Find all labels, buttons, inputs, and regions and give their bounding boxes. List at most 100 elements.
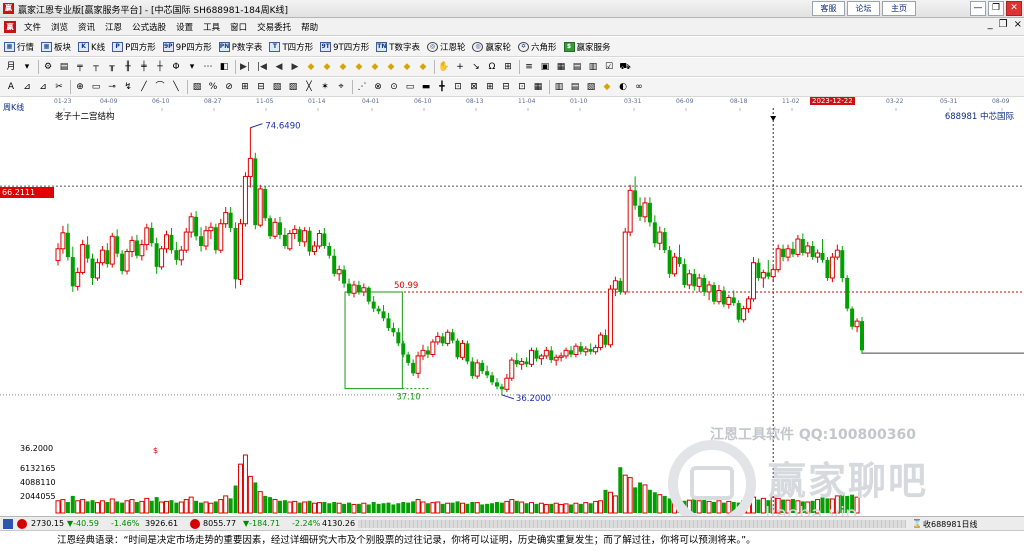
toolbar2-tool-4-icon[interactable]: ╤ bbox=[74, 61, 86, 73]
toolbar2-tool-16-icon[interactable]: ◀ bbox=[273, 61, 285, 73]
toolbar2-tool-7-icon[interactable]: ╫ bbox=[122, 61, 134, 73]
toolbar2-tool-0-icon[interactable]: 月 bbox=[5, 61, 17, 73]
toolbar2-tool-2-icon[interactable]: ⚙ bbox=[42, 61, 54, 73]
toolbar3-tool-0-icon[interactable]: A bbox=[5, 81, 17, 93]
toolbar-item-12[interactable]: $ 赢家服务 bbox=[563, 41, 611, 53]
toolbar3-tool-34-icon[interactable]: ▤ bbox=[569, 81, 581, 93]
menu-news[interactable]: 资讯 bbox=[73, 21, 100, 33]
toolbar2-tool-10-icon[interactable]: Φ bbox=[170, 61, 182, 73]
toolbar2-tool-34-icon[interactable]: ▤ bbox=[571, 61, 583, 73]
mdi-minimize-button[interactable]: _ bbox=[988, 19, 993, 30]
toolbar2-tool-11-icon[interactable]: ▾ bbox=[186, 61, 198, 73]
toolbar2-tool-36-icon[interactable]: ☑ bbox=[603, 61, 615, 73]
toolbar3-tool-22-icon[interactable]: ⊗ bbox=[372, 81, 384, 93]
toolbar2-tool-15-icon[interactable]: |◀ bbox=[256, 61, 268, 73]
toolbar2-tool-19-icon[interactable]: ◆ bbox=[321, 61, 333, 73]
toolbar3-tool-37-icon[interactable]: ◐ bbox=[617, 81, 629, 93]
toolbar2-tool-3-icon[interactable]: ▤ bbox=[58, 61, 70, 73]
toolbar3-tool-31-icon[interactable]: ⊡ bbox=[516, 81, 528, 93]
customer-service-link[interactable]: 客服 bbox=[812, 1, 845, 16]
toolbar3-tool-8-icon[interactable]: ╱ bbox=[138, 81, 150, 93]
toolbar2-tool-33-icon[interactable]: ▦ bbox=[555, 61, 567, 73]
homepage-link[interactable]: 主页 bbox=[882, 1, 916, 16]
toolbar3-tool-13-icon[interactable]: ⊘ bbox=[223, 81, 235, 93]
toolbar2-tool-32-icon[interactable]: ▣ bbox=[539, 61, 551, 73]
toolbar3-tool-24-icon[interactable]: ▭ bbox=[404, 81, 416, 93]
toolbar2-tool-23-icon[interactable]: ◆ bbox=[385, 61, 397, 73]
toolbar3-tool-18-icon[interactable]: ╳ bbox=[303, 81, 315, 93]
menu-tools[interactable]: 工具 bbox=[198, 21, 225, 33]
toolbar3-tool-30-icon[interactable]: ⊟ bbox=[500, 81, 512, 93]
menu-trade[interactable]: 交易委托 bbox=[252, 21, 296, 33]
forum-link[interactable]: 论坛 bbox=[847, 1, 880, 16]
toolbar2-tool-25-icon[interactable]: ◆ bbox=[417, 61, 429, 73]
toolbar-item-0[interactable]: ▦ 行情 bbox=[4, 41, 34, 53]
toolbar2-tool-30-icon[interactable]: ⊞ bbox=[502, 61, 514, 73]
menu-window[interactable]: 窗口 bbox=[225, 21, 252, 33]
toolbar-item-8[interactable]: TN T数字表 bbox=[376, 41, 420, 53]
toolbar3-tool-23-icon[interactable]: ⊙ bbox=[388, 81, 400, 93]
toolbar3-tool-12-icon[interactable]: % bbox=[207, 81, 219, 93]
toolbar-item-1[interactable]: ▦ 板块 bbox=[41, 41, 71, 53]
toolbar2-tool-8-icon[interactable]: ╪ bbox=[138, 61, 150, 73]
toolbar-item-10[interactable]: ◎ 赢家轮 bbox=[472, 41, 511, 53]
toolbar2-tool-35-icon[interactable]: ▥ bbox=[587, 61, 599, 73]
toolbar3-tool-28-icon[interactable]: ⊠ bbox=[468, 81, 480, 93]
toolbar3-tool-14-icon[interactable]: ⊞ bbox=[239, 81, 251, 93]
toolbar-item-5[interactable]: PN P数字表 bbox=[218, 41, 262, 53]
toolbar2-tool-29-icon[interactable]: Ω bbox=[486, 61, 498, 73]
toolbar2-tool-1-icon[interactable]: ▾ bbox=[21, 61, 33, 73]
toolbar3-tool-20-icon[interactable]: ⌖ bbox=[335, 81, 347, 93]
menu-browse[interactable]: 浏览 bbox=[46, 21, 73, 33]
maximize-button[interactable]: ❐ bbox=[988, 1, 1004, 16]
toolbar3-tool-4-icon[interactable]: ⊕ bbox=[74, 81, 86, 93]
menu-file[interactable]: 文件 bbox=[19, 21, 46, 33]
toolbar3-tool-38-icon[interactable]: ∞ bbox=[633, 81, 645, 93]
toolbar2-tool-17-icon[interactable]: ▶ bbox=[289, 61, 301, 73]
toolbar2-tool-28-icon[interactable]: ↘ bbox=[470, 61, 482, 73]
mdi-close-button[interactable]: × bbox=[1014, 19, 1022, 30]
toolbar3-tool-10-icon[interactable]: ╲ bbox=[170, 81, 182, 93]
toolbar3-tool-25-icon[interactable]: ▬ bbox=[420, 81, 432, 93]
toolbar2-tool-9-icon[interactable]: ┼ bbox=[154, 61, 166, 73]
mdi-restore-button[interactable]: ❐ bbox=[999, 19, 1008, 30]
toolbar3-tool-33-icon[interactable]: ▥ bbox=[553, 81, 565, 93]
toolbar2-tool-21-icon[interactable]: ◆ bbox=[353, 61, 365, 73]
toolbar-item-6[interactable]: T T四方形 bbox=[269, 41, 313, 53]
toolbar3-tool-9-icon[interactable]: ⌒ bbox=[154, 81, 166, 93]
toolbar3-tool-36-icon[interactable]: ◆ bbox=[601, 81, 613, 93]
toolbar2-tool-13-icon[interactable]: ◧ bbox=[218, 61, 230, 73]
toolbar3-tool-29-icon[interactable]: ⊞ bbox=[484, 81, 496, 93]
toolbar3-tool-26-icon[interactable]: ╋ bbox=[436, 81, 448, 93]
toolbar3-tool-17-icon[interactable]: ▨ bbox=[287, 81, 299, 93]
close-button[interactable]: ✕ bbox=[1006, 1, 1022, 16]
toolbar-item-3[interactable]: P P四方形 bbox=[112, 41, 156, 53]
toolbar2-tool-18-icon[interactable]: ◆ bbox=[305, 61, 317, 73]
toolbar-item-2[interactable]: K K线 bbox=[78, 41, 105, 53]
toolbar-item-9[interactable]: ◎ 江恩轮 bbox=[426, 41, 465, 53]
grid-icon[interactable] bbox=[3, 519, 13, 529]
toolbar2-tool-37-icon[interactable]: ⛟ bbox=[619, 61, 631, 73]
toolbar-item-4[interactable]: 9P 9P四方形 bbox=[162, 41, 212, 53]
toolbar3-tool-7-icon[interactable]: ↯ bbox=[122, 81, 134, 93]
toolbar2-tool-20-icon[interactable]: ◆ bbox=[337, 61, 349, 73]
minimize-button[interactable]: — bbox=[970, 1, 986, 16]
menu-gann[interactable]: 江恩 bbox=[100, 21, 127, 33]
menu-settings[interactable]: 设置 bbox=[171, 21, 198, 33]
toolbar-item-7[interactable]: 9T 9T四方形 bbox=[320, 41, 369, 53]
toolbar2-tool-24-icon[interactable]: ◆ bbox=[401, 61, 413, 73]
toolbar2-tool-6-icon[interactable]: ╥ bbox=[106, 61, 118, 73]
toolbar3-tool-2-icon[interactable]: ⊿ bbox=[37, 81, 49, 93]
toolbar3-tool-11-icon[interactable]: ▧ bbox=[191, 81, 203, 93]
toolbar3-tool-35-icon[interactable]: ▧ bbox=[585, 81, 597, 93]
toolbar3-tool-6-icon[interactable]: ⊸ bbox=[106, 81, 118, 93]
toolbar-item-11[interactable]: ✡ 六角形 bbox=[517, 41, 557, 53]
toolbar3-tool-15-icon[interactable]: ⊟ bbox=[255, 81, 267, 93]
toolbar3-tool-27-icon[interactable]: ⊡ bbox=[452, 81, 464, 93]
status-scroll-strip[interactable] bbox=[358, 520, 906, 528]
toolbar3-tool-21-icon[interactable]: ⋰ bbox=[356, 81, 368, 93]
menu-formula[interactable]: 公式选股 bbox=[127, 21, 171, 33]
toolbar3-tool-3-icon[interactable]: ✂ bbox=[53, 81, 65, 93]
toolbar2-tool-22-icon[interactable]: ◆ bbox=[369, 61, 381, 73]
menu-help[interactable]: 帮助 bbox=[296, 21, 323, 33]
